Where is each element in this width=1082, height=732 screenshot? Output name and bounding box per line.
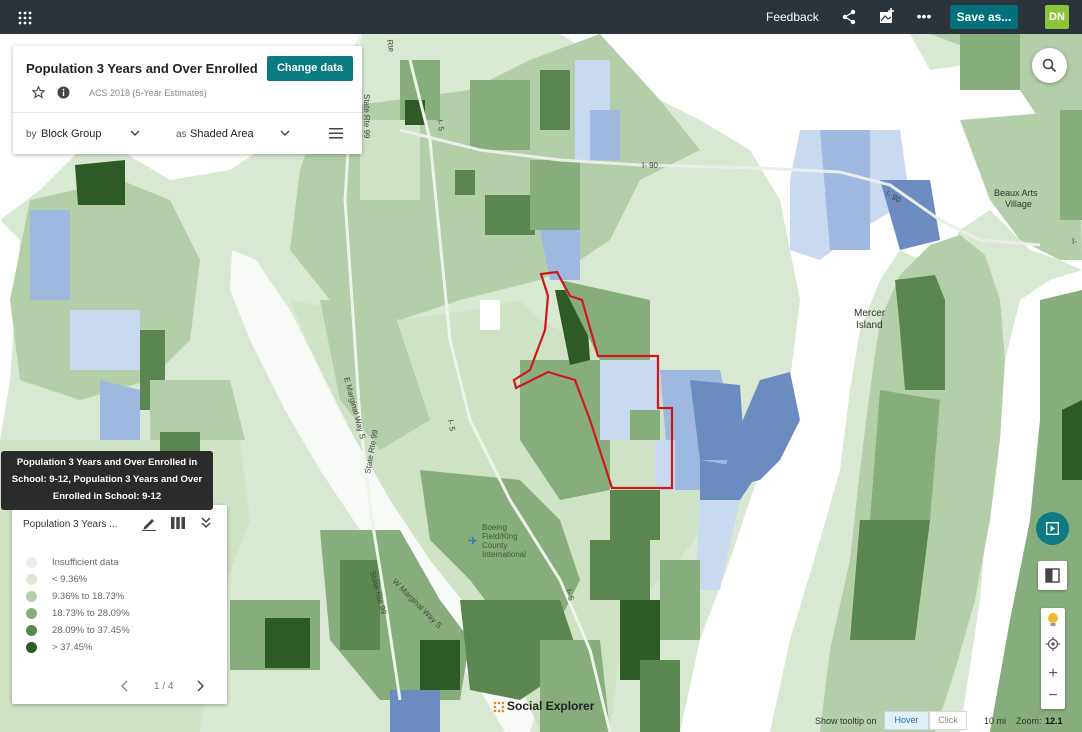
legend-item: 28.09% to 37.45%	[26, 624, 216, 638]
legend-swatch	[26, 608, 37, 619]
columns-icon[interactable]	[171, 517, 185, 529]
apps-grid-icon[interactable]	[18, 11, 32, 25]
title-panel: Population 3 Years and Over Enrolled i..…	[13, 46, 362, 154]
zoom-in-button[interactable]: +	[1041, 662, 1065, 686]
tooltip-line: Enrolled in School: 9-12	[52, 491, 162, 502]
legend-label: 9.36% to 18.73%	[52, 591, 125, 602]
avatar[interactable]: DN	[1045, 5, 1069, 29]
app-root: ✈ I- 90 I- 90 I- 5 I- 5 I- 5 State Rte 9…	[0, 0, 1082, 732]
lightbulb-icon[interactable]	[1041, 608, 1065, 632]
legend-pager: 1 / 4	[154, 681, 174, 692]
legend-swatch	[26, 591, 37, 602]
add-image-icon[interactable]	[879, 8, 895, 24]
map-tooltip: Population 3 Years and Over Enrolled in …	[1, 451, 213, 510]
info-icon[interactable]	[57, 86, 70, 99]
compare-icon	[1045, 568, 1060, 583]
tooltip-hover-button[interactable]: Hover	[884, 711, 929, 730]
chevron-right-icon[interactable]	[195, 680, 205, 692]
legend-label: 28.09% to 37.45%	[52, 625, 130, 636]
tooltip-click-button[interactable]: Click	[929, 711, 967, 730]
panel-divider	[13, 112, 362, 113]
zoom-value: 12.1	[1045, 716, 1063, 726]
change-data-button[interactable]: Change data	[267, 56, 353, 81]
search-icon	[1042, 58, 1057, 73]
legend-item: 18.73% to 28.09%	[26, 607, 216, 621]
swipe-compare-button[interactable]	[1038, 561, 1067, 590]
map-controls: + −	[1041, 608, 1065, 709]
tooltip-line: Population 3 Years and Over Enrolled in	[16, 457, 198, 468]
legend-item: < 9.36%	[26, 573, 216, 587]
legend-swatch	[26, 574, 37, 585]
label-sr99-north: State Rte 99	[362, 94, 371, 139]
legend-item: > 37.45%	[26, 641, 216, 655]
map-search-button[interactable]	[1032, 48, 1067, 83]
label-i405-partial: I-	[1072, 237, 1077, 246]
share-icon[interactable]	[841, 9, 857, 25]
zoom-label: Zoom:	[1016, 716, 1042, 726]
legend-swatch	[26, 557, 37, 568]
legend-item: Insufficient data	[26, 556, 216, 570]
collapse-icon[interactable]	[201, 517, 211, 529]
label-i90: I- 90	[642, 161, 659, 170]
feedback-link[interactable]: Feedback	[766, 10, 819, 24]
legend-label: > 37.45%	[52, 642, 93, 653]
legend-label: 18.73% to 28.09%	[52, 608, 130, 619]
pencil-icon[interactable]	[142, 517, 156, 531]
legend-label: < 9.36%	[52, 574, 88, 585]
tooltip-line: School: 9-12, Population 3 Years and Ove…	[11, 474, 203, 485]
page-title: Population 3 Years and Over Enrolled i..…	[26, 61, 262, 76]
legend-item: 9.36% to 18.73%	[26, 590, 216, 604]
zoom-out-button[interactable]: −	[1041, 684, 1065, 708]
by-label: by	[26, 129, 37, 140]
legend-swatch	[26, 625, 37, 636]
star-icon[interactable]	[32, 86, 45, 99]
locate-icon[interactable]	[1041, 632, 1065, 656]
geography-select[interactable]: Block Group	[41, 128, 102, 140]
brand-logo-icon	[493, 701, 505, 713]
more-icon[interactable]: •••	[916, 8, 932, 24]
visualization-select[interactable]: Shaded Area	[190, 128, 254, 140]
as-label: as	[176, 129, 187, 140]
save-as-button[interactable]: Save as...	[950, 5, 1018, 29]
play-icon	[1046, 522, 1059, 535]
presentation-button[interactable]	[1036, 512, 1069, 545]
menu-icon[interactable]	[329, 128, 343, 139]
scale-label: 10 mi	[984, 716, 1007, 726]
legend-panel: Population 3 Years ... Insufficient data…	[12, 505, 227, 704]
legend-label: Insufficient data	[52, 557, 119, 568]
top-bar: Feedback ••• Save as... DN	[0, 0, 1082, 34]
airport-icon: ✈	[468, 534, 478, 548]
survey-label: ACS 2018 (5-Year Estimates)	[89, 88, 207, 98]
chevron-left-icon[interactable]	[120, 680, 130, 692]
legend-title: Population 3 Years ...	[23, 519, 118, 530]
legend-swatch	[26, 642, 37, 653]
chevron-down-icon[interactable]	[280, 130, 290, 137]
chevron-down-icon[interactable]	[130, 130, 140, 137]
brand-name: Social Explorer	[507, 699, 595, 713]
tooltip-mode-label: Show tooltip on	[815, 716, 877, 726]
